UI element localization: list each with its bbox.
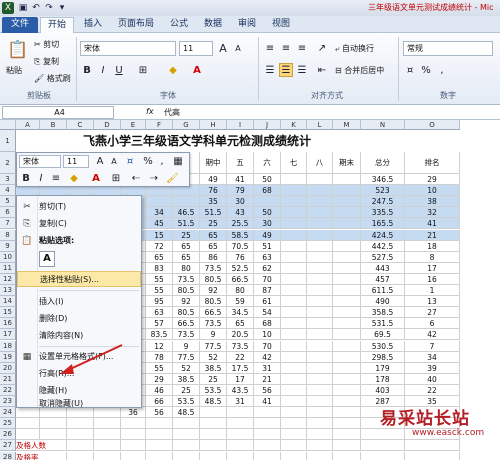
annotation-arrow <box>60 344 123 374</box>
watermark-logo: 易采站长站 <box>380 409 470 429</box>
watermark-url: www.easck.com <box>412 428 485 438</box>
